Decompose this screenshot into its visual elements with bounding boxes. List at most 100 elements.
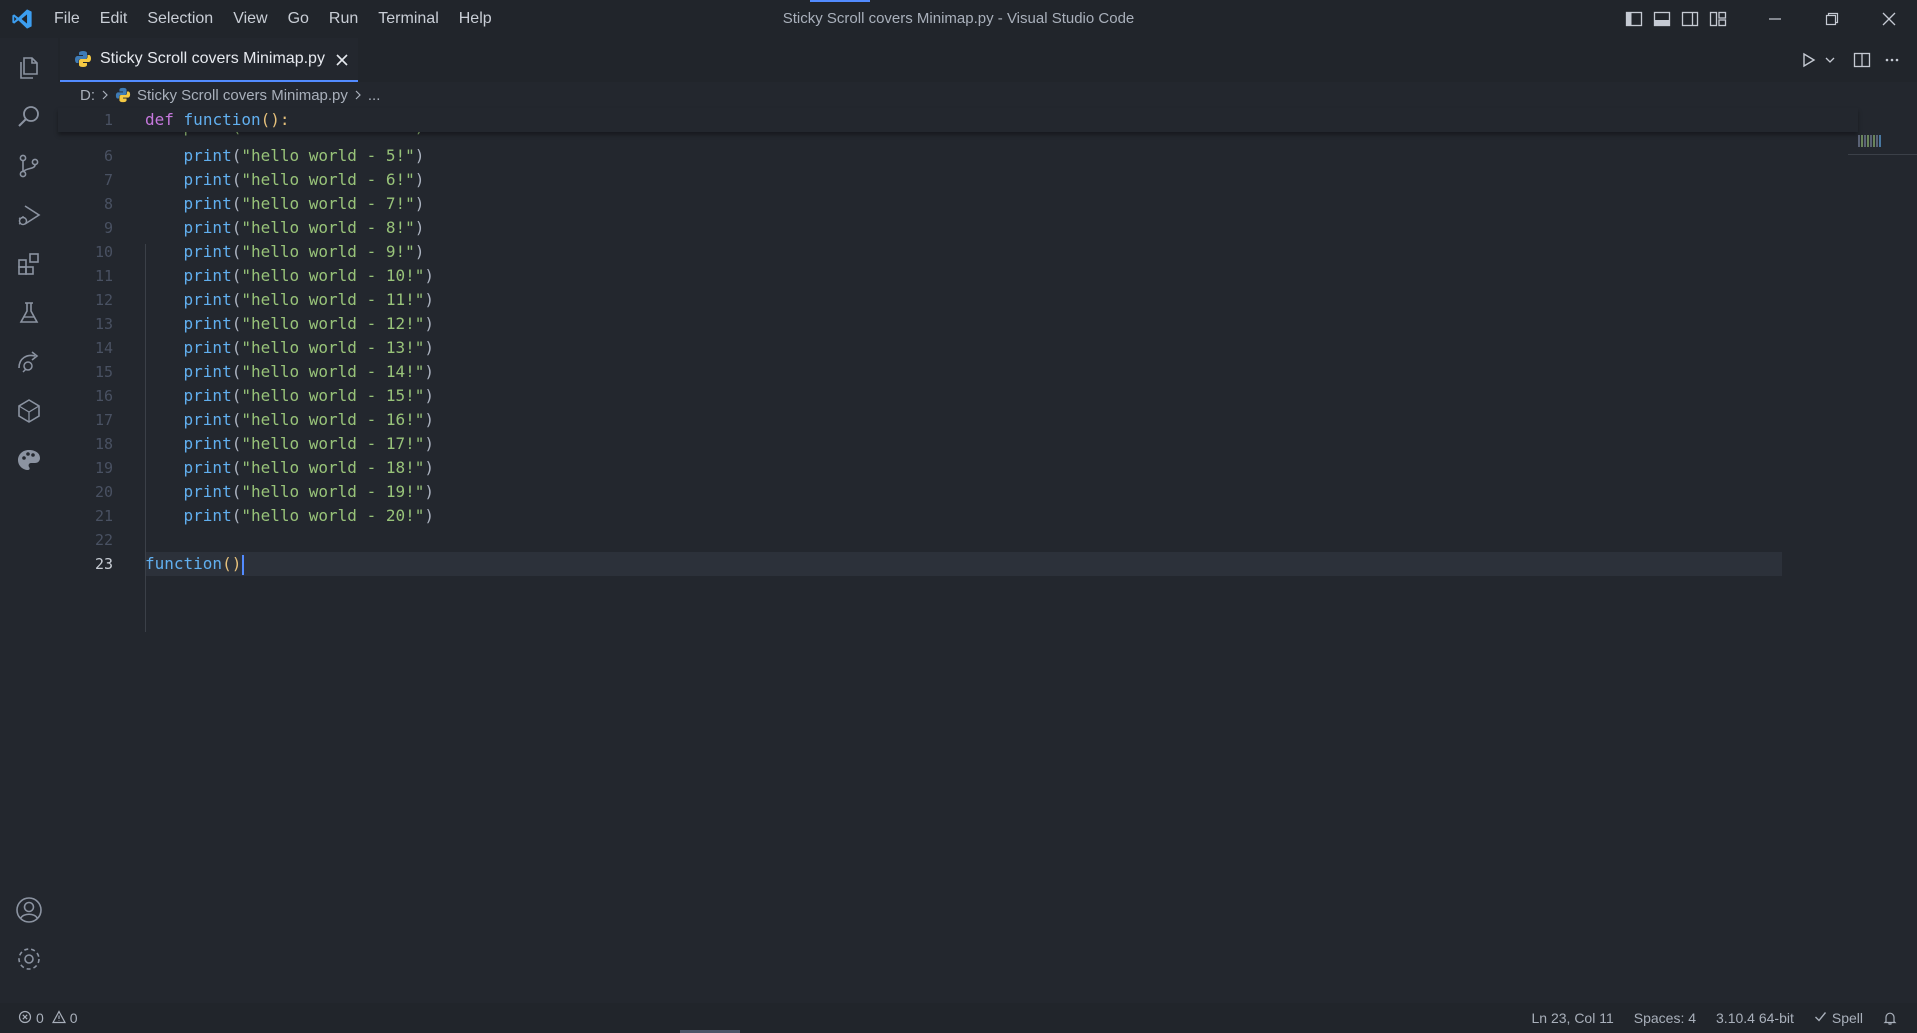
account-icon[interactable] bbox=[0, 886, 58, 934]
line-number: 19 bbox=[94, 459, 113, 477]
error-count: 0 bbox=[36, 1010, 44, 1026]
print-call: print bbox=[183, 458, 232, 477]
string-literal: "hello world - 8!" bbox=[241, 218, 415, 237]
open-paren: ( bbox=[231, 482, 242, 501]
remote-explorer-icon[interactable] bbox=[0, 338, 58, 386]
open-paren: ( bbox=[231, 386, 242, 405]
line-number: 21 bbox=[94, 507, 113, 525]
open-paren: ( bbox=[231, 242, 242, 261]
run-debug-icon[interactable] bbox=[0, 191, 58, 239]
python-file-icon bbox=[115, 87, 131, 103]
search-icon[interactable] bbox=[0, 93, 58, 141]
editor-actions bbox=[1793, 38, 1907, 82]
line-number: 9 bbox=[103, 219, 113, 237]
source-control-icon[interactable] bbox=[0, 142, 58, 190]
python-interpreter[interactable]: 3.10.4 64-bit bbox=[1706, 1010, 1804, 1026]
string-literal: "hello world - 14!" bbox=[241, 362, 425, 381]
indentation-setting[interactable]: Spaces: 4 bbox=[1624, 1010, 1706, 1026]
print-call: print bbox=[183, 386, 232, 405]
menu-run[interactable]: Run bbox=[319, 0, 368, 38]
line-number: 18 bbox=[94, 435, 113, 453]
code-line: 18 print("hello world - 17!") bbox=[58, 432, 1858, 456]
code-editor[interactable]: 5 print("hello world - 4!") 6 print("hel… bbox=[58, 108, 1917, 1003]
toggle-secondary-sidebar-icon[interactable] bbox=[1676, 0, 1704, 38]
string-literal: "hello world - 7!" bbox=[241, 194, 415, 213]
minimap-slider-edge bbox=[1848, 154, 1917, 155]
string-literal: "hello world - 13!" bbox=[241, 338, 425, 357]
breadcrumb-file[interactable]: Sticky Scroll covers Minimap.py bbox=[137, 87, 348, 104]
notifications-bell-icon[interactable] bbox=[1873, 1011, 1907, 1025]
close-paren: ) bbox=[424, 506, 435, 525]
close-paren: ) bbox=[424, 314, 435, 333]
code-line: 9 print("hello world - 8!") bbox=[58, 216, 1858, 240]
code-line: 21 print("hello world - 20!") bbox=[58, 504, 1858, 528]
line-code: print("hello world - 20!") bbox=[145, 504, 434, 528]
line-number: 13 bbox=[94, 315, 113, 333]
close-paren: ) bbox=[424, 290, 435, 309]
open-paren: ( bbox=[231, 290, 242, 309]
close-paren: ) bbox=[424, 362, 435, 381]
customize-layout-icon[interactable] bbox=[1704, 0, 1732, 38]
vscode-logo-icon bbox=[10, 8, 34, 30]
editor-tabs: Sticky Scroll covers Minimap.py bbox=[58, 38, 1917, 82]
minimize-icon[interactable] bbox=[1746, 0, 1803, 38]
minimap[interactable] bbox=[1848, 132, 1917, 155]
menu-view[interactable]: View bbox=[223, 0, 277, 38]
print-call: print bbox=[183, 242, 232, 261]
line-number: 20 bbox=[94, 483, 113, 501]
more-actions-icon[interactable] bbox=[1877, 45, 1907, 75]
open-paren: ( bbox=[231, 314, 242, 333]
menu-go[interactable]: Go bbox=[278, 0, 319, 38]
spell-check[interactable]: Spell bbox=[1804, 1010, 1873, 1026]
tab-active-file[interactable]: Sticky Scroll covers Minimap.py bbox=[60, 38, 358, 82]
menu-help[interactable]: Help bbox=[449, 0, 502, 38]
menu-file[interactable]: File bbox=[44, 0, 90, 38]
print-call: print bbox=[183, 266, 232, 285]
code-line: 17 print("hello world - 16!") bbox=[58, 408, 1858, 432]
menu-selection[interactable]: Selection bbox=[137, 0, 223, 38]
checkmark-icon bbox=[1814, 1010, 1827, 1026]
close-paren: ) bbox=[424, 434, 435, 453]
title-accent-bar bbox=[810, 0, 870, 2]
line-number: 22 bbox=[94, 531, 113, 549]
palette-icon[interactable] bbox=[0, 436, 58, 484]
split-editor-icon[interactable] bbox=[1847, 45, 1877, 75]
open-paren: ( bbox=[231, 266, 242, 285]
menu-edit[interactable]: Edit bbox=[90, 0, 138, 38]
sticky-scroll-widget[interactable]: 1 def function(): bbox=[58, 108, 1858, 132]
print-call: print bbox=[183, 338, 232, 357]
extensions-icon[interactable] bbox=[0, 240, 58, 288]
restore-icon[interactable] bbox=[1803, 0, 1860, 38]
close-tab-icon[interactable] bbox=[332, 50, 352, 70]
print-call: print bbox=[183, 290, 232, 309]
testing-icon[interactable] bbox=[0, 289, 58, 337]
breadcrumb-symbols[interactable]: ... bbox=[368, 87, 381, 104]
code-line-current: 23 function() bbox=[58, 552, 1858, 576]
python-file-icon bbox=[74, 50, 92, 68]
open-paren: ( bbox=[231, 506, 242, 525]
sticky-line[interactable]: 1 def function(): bbox=[58, 108, 1858, 132]
run-python-file-icon[interactable] bbox=[1793, 45, 1823, 75]
line-code: print("hello world - 11!") bbox=[145, 288, 434, 312]
breadcrumb-drive[interactable]: D: bbox=[80, 87, 95, 104]
tab-label: Sticky Scroll covers Minimap.py bbox=[100, 50, 325, 67]
code-line: 20 print("hello world - 19!") bbox=[58, 480, 1858, 504]
cursor-position[interactable]: Ln 23, Col 11 bbox=[1522, 1010, 1624, 1026]
toggle-panel-icon[interactable] bbox=[1648, 0, 1676, 38]
keyword: def bbox=[145, 110, 174, 129]
code-line: 8 print("hello world - 7!") bbox=[58, 192, 1858, 216]
line-number: 23 bbox=[94, 555, 113, 573]
explorer-icon[interactable] bbox=[0, 44, 58, 92]
menu-terminal[interactable]: Terminal bbox=[368, 0, 448, 38]
close-paren: ) bbox=[414, 170, 425, 189]
settings-gear-icon[interactable] bbox=[0, 935, 58, 983]
run-options-chevron-down-icon[interactable] bbox=[1823, 45, 1837, 75]
print-call: print bbox=[183, 314, 232, 333]
cube-icon[interactable] bbox=[0, 387, 58, 435]
close-window-icon[interactable] bbox=[1860, 0, 1917, 38]
problems-indicator[interactable]: 0 0 bbox=[18, 1003, 78, 1033]
toggle-primary-sidebar-icon[interactable] bbox=[1620, 0, 1648, 38]
string-literal: "hello world - 17!" bbox=[241, 434, 425, 453]
close-paren: ) bbox=[414, 194, 425, 213]
line-code: print("hello world - 19!") bbox=[145, 480, 434, 504]
